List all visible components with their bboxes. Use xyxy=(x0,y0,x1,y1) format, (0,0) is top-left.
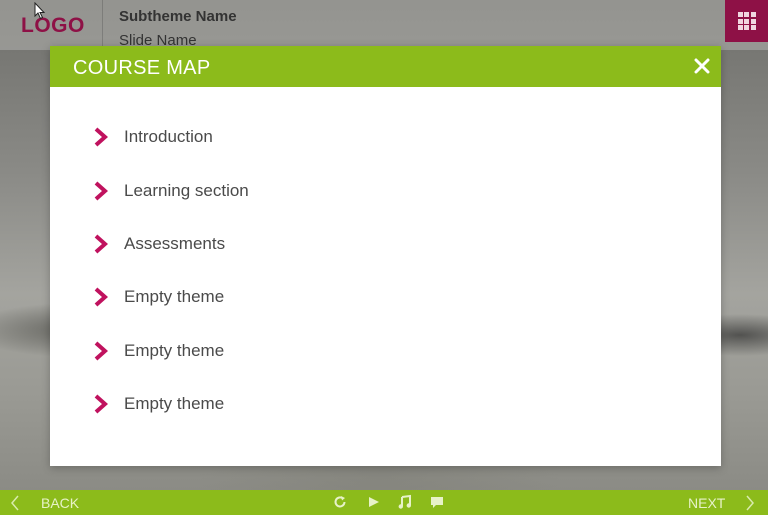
map-item-empty-theme-3[interactable]: Empty theme xyxy=(94,391,394,417)
map-item-label: Empty theme xyxy=(124,287,225,306)
music-icon[interactable] xyxy=(397,494,413,510)
chevron-right-icon xyxy=(94,341,108,361)
menu-button[interactable] xyxy=(725,0,768,42)
chevron-right-icon xyxy=(94,234,108,254)
header-divider xyxy=(102,0,103,46)
course-map-dialog: COURSE MAP Introduction Learning section… xyxy=(50,46,721,466)
chevron-left-icon xyxy=(11,495,19,510)
comment-icon[interactable] xyxy=(429,494,445,510)
close-icon xyxy=(694,58,710,74)
dialog-header: COURSE MAP xyxy=(50,46,721,87)
replay-icon[interactable] xyxy=(332,494,348,510)
map-item-introduction[interactable]: Introduction xyxy=(94,124,394,150)
chevron-right-icon xyxy=(94,394,108,414)
map-item-assessments[interactable]: Assessments xyxy=(94,231,394,257)
next-label: NEXT xyxy=(688,494,726,511)
chevron-right-icon xyxy=(94,127,108,147)
back-button[interactable]: BACK xyxy=(10,490,79,515)
bottom-nav-bar: BACK NEXT xyxy=(0,490,768,515)
back-label: BACK xyxy=(41,494,80,511)
map-item-empty-theme-1[interactable]: Empty theme xyxy=(94,284,394,310)
chevron-right-icon xyxy=(94,181,108,201)
map-item-label: Assessments xyxy=(124,234,226,253)
chevron-right-icon xyxy=(746,495,755,510)
grid-icon xyxy=(737,12,756,30)
play-icon[interactable] xyxy=(366,494,382,510)
subtheme-name: Subtheme Name xyxy=(119,8,237,25)
map-item-learning-section[interactable]: Learning section xyxy=(94,178,394,204)
top-bar: LOGO Subtheme Name Slide Name xyxy=(0,0,768,50)
map-item-label: Introduction xyxy=(124,127,213,146)
close-button[interactable] xyxy=(690,54,714,78)
map-item-label: Learning section xyxy=(124,181,249,200)
map-item-empty-theme-2[interactable]: Empty theme xyxy=(94,338,394,364)
next-button[interactable]: NEXT xyxy=(688,490,755,515)
logo: LOGO xyxy=(21,14,85,37)
mouse-cursor-icon xyxy=(34,2,46,20)
dialog-title: COURSE MAP xyxy=(73,57,211,79)
chevron-right-icon xyxy=(94,287,108,307)
map-item-label: Empty theme xyxy=(124,394,225,413)
map-item-label: Empty theme xyxy=(124,341,225,360)
